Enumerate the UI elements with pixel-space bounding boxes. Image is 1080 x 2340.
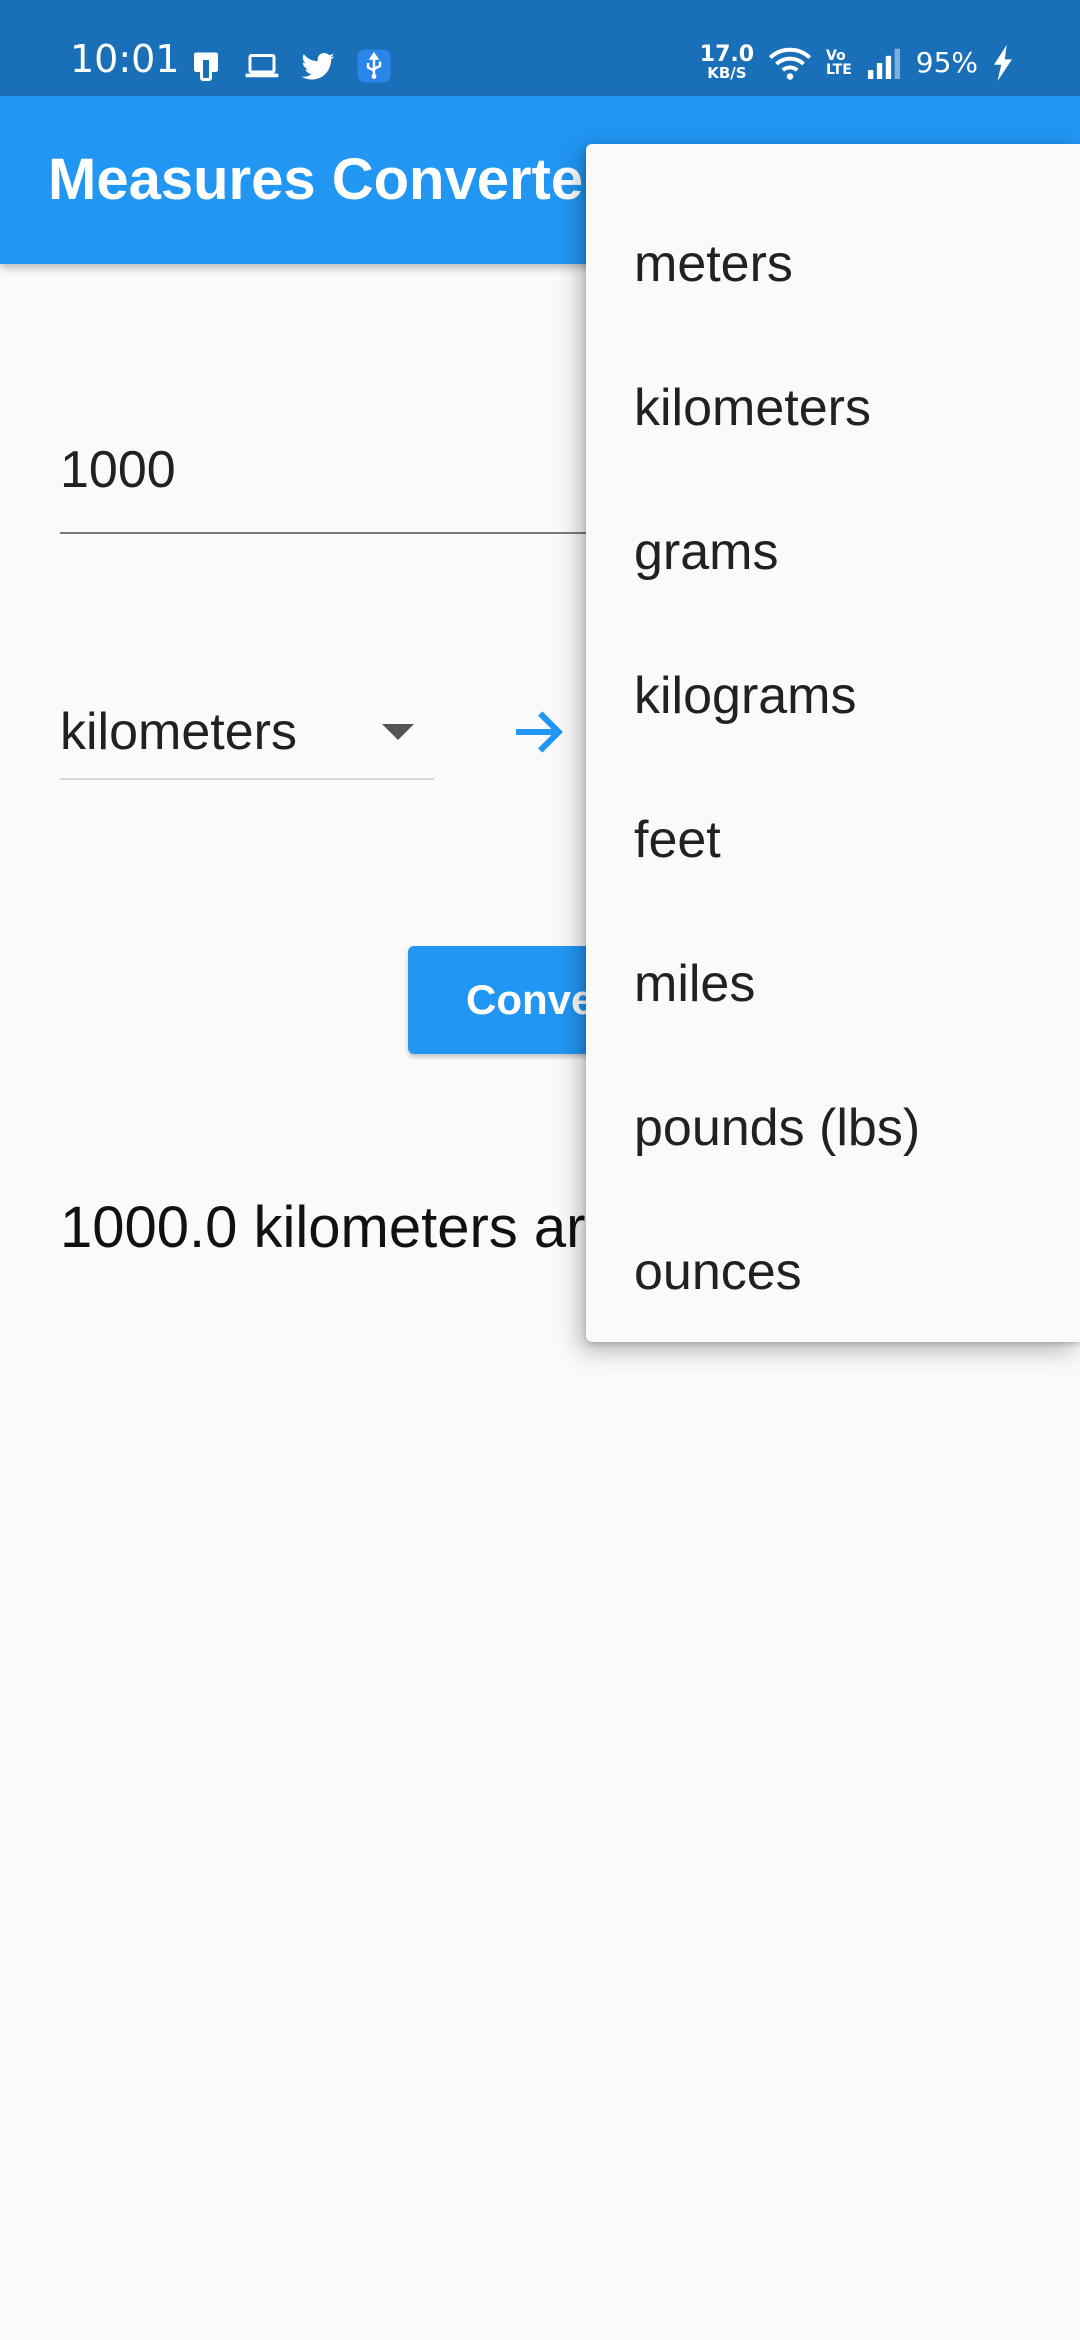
status-bar: 10:01 17.0 KB/S Vo LTE 95% [0, 0, 1080, 96]
dropdown-item-feet[interactable]: feet [586, 768, 1080, 912]
volte-indicator: Vo LTE [826, 47, 852, 78]
dropdown-caret-icon [382, 724, 414, 740]
unit-dropdown-menu: meters kilometers grams kilograms feet m… [586, 144, 1080, 1342]
dropdown-item-miles[interactable]: miles [586, 912, 1080, 1056]
dropdown-item-meters[interactable]: meters [586, 192, 1080, 336]
dropdown-item-grams[interactable]: grams [586, 480, 1080, 624]
status-system-icons: 17.0 KB/S Vo LTE 95% [700, 44, 1014, 81]
usb-icon [357, 49, 391, 83]
dropdown-item-kilometers[interactable]: kilometers [586, 336, 1080, 480]
dropdown-item-pounds[interactable]: pounds (lbs) [586, 1056, 1080, 1200]
page-title: Measures Converter [48, 147, 606, 212]
battery-level: 95% [915, 46, 978, 79]
dropdown-item-kilograms[interactable]: kilograms [586, 624, 1080, 768]
device-icon [194, 52, 218, 81]
from-unit-label: kilometers [60, 703, 297, 761]
charging-icon [994, 44, 1012, 81]
laptop-icon [245, 54, 279, 78]
signal-icon [867, 48, 900, 79]
status-time: 10:01 [70, 37, 180, 81]
from-unit-dropdown[interactable]: kilometers [60, 680, 434, 780]
net-speed: 17.0 KB/S [699, 42, 755, 82]
arrow-right-icon [515, 711, 563, 753]
dropdown-item-ounces[interactable]: ounces [586, 1200, 1080, 1344]
amount-input[interactable] [60, 414, 620, 534]
wifi-icon [768, 47, 812, 80]
twitter-icon [301, 52, 335, 80]
status-notification-icons [188, 48, 392, 84]
